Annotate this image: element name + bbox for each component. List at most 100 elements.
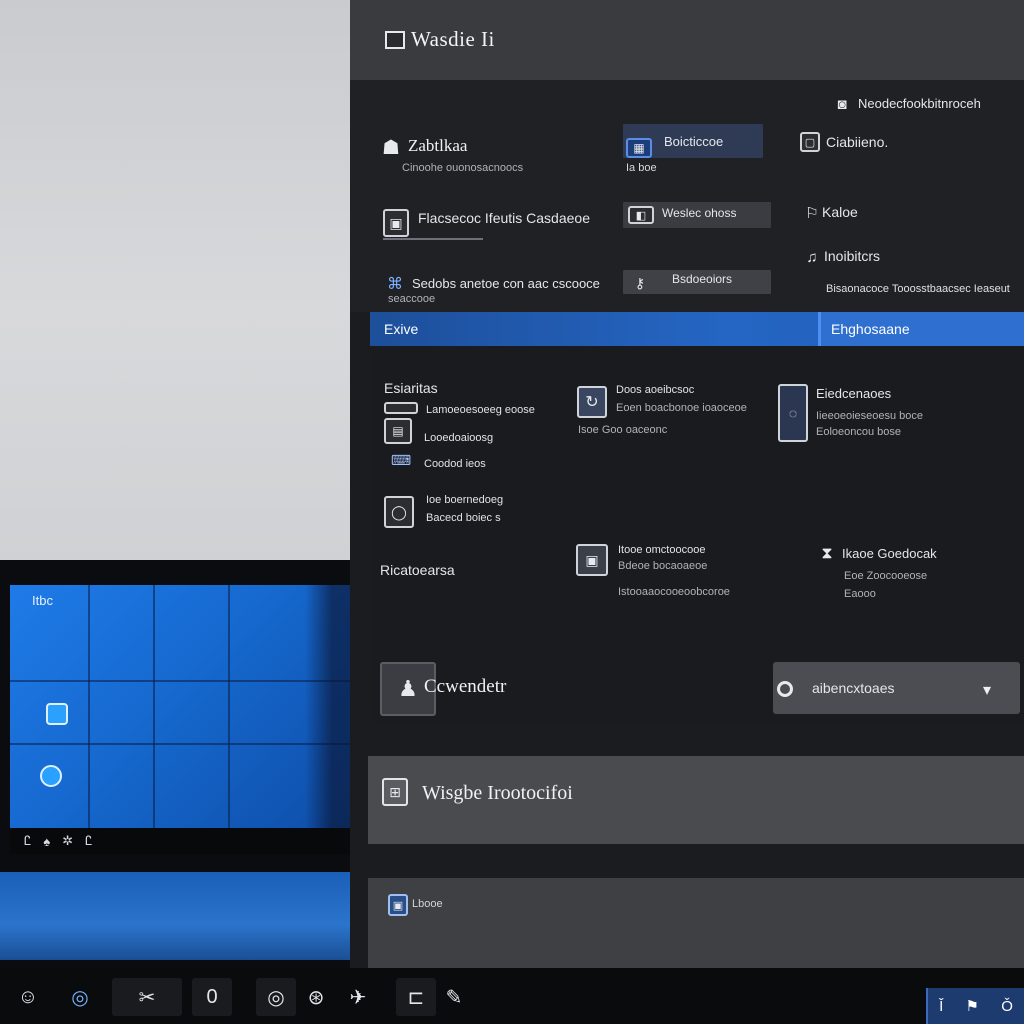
center-item-title[interactable]: Itooe omctoocooe bbox=[618, 544, 705, 556]
flag-icon: ⚐ bbox=[805, 205, 819, 222]
chat-icon: ◌ bbox=[778, 384, 808, 442]
app-icon[interactable] bbox=[40, 765, 62, 787]
home-icon: ☗ bbox=[382, 136, 400, 159]
background-wall bbox=[0, 0, 350, 560]
section-heading: Ricatoearsa bbox=[380, 562, 455, 578]
tile-divider bbox=[10, 680, 350, 682]
section-heading: Esiaritas bbox=[384, 380, 438, 396]
settings-card[interactable]: ▣ Lbooe bbox=[368, 878, 1024, 974]
refresh-icon: ↻ bbox=[577, 386, 607, 418]
item-title[interactable]: Sedobs anetoe con aac cscooce bbox=[412, 276, 600, 291]
window-icon[interactable]: ⊏ bbox=[396, 978, 436, 1016]
right-item-title[interactable]: Inoibitcrs bbox=[824, 248, 880, 264]
tray-glyph-icon[interactable]: ⚑ bbox=[966, 997, 979, 1015]
item-subtitle: seaccooe bbox=[388, 293, 436, 305]
monitor-reflection bbox=[0, 872, 350, 960]
key-icon: ⚷ bbox=[634, 274, 646, 291]
camera-icon: ◙ bbox=[837, 95, 847, 113]
storage-icon: ▣ bbox=[576, 544, 608, 576]
right-section-line: Eaooo bbox=[844, 588, 876, 600]
card-title: Lbooe bbox=[412, 898, 443, 910]
image-icon: ◧ bbox=[628, 206, 654, 224]
tools-icon[interactable]: ✂ bbox=[112, 978, 182, 1016]
app-icon bbox=[385, 31, 405, 49]
dropdown-value: aibencxtoaes bbox=[812, 680, 895, 696]
section-bar-right[interactable]: Ehghosaane bbox=[818, 312, 1024, 346]
list-item-sub: Bacecd boiec s bbox=[426, 512, 501, 524]
right-item-title[interactable]: Kaloe bbox=[822, 204, 858, 220]
zero-icon[interactable]: 0 bbox=[192, 978, 232, 1016]
title-bar: Wasdie Ii bbox=[350, 0, 1024, 80]
desktop-shadow bbox=[305, 585, 350, 830]
keyboard-icon: ⌨ bbox=[390, 451, 412, 468]
grid-icon: ▦ bbox=[626, 138, 652, 158]
tile-divider bbox=[153, 585, 155, 830]
center-item-line: Eoen boacbonoe ioaoceoe bbox=[616, 402, 747, 414]
right-section-line: Eoloeoncou bose bbox=[816, 426, 902, 438]
taskbar-glyph-icon[interactable]: Ꮭ bbox=[85, 833, 92, 849]
settings-icon[interactable]: ⊛ bbox=[296, 978, 336, 1016]
section-bar-right-label: Ehghosaane bbox=[831, 321, 910, 337]
chip-title[interactable]: Boicticcoe bbox=[664, 134, 723, 149]
desktop-taskbar: Ꮭ ♠ ✲ Ꮭ bbox=[10, 828, 350, 854]
item-subtitle: Cinoohe ouonosacnoocs bbox=[402, 162, 524, 174]
tray-glyph-icon[interactable]: Ǐ bbox=[939, 998, 943, 1015]
plane-icon[interactable]: ✈ bbox=[338, 978, 378, 1016]
chip-title[interactable]: Weslec ohoss bbox=[662, 206, 736, 220]
radio-icon bbox=[777, 681, 793, 697]
center-item-line: Isoe Goo oaceonc bbox=[578, 424, 668, 436]
user-icon[interactable]: ☺ bbox=[8, 978, 48, 1016]
section-bar-left-label: Exive bbox=[384, 321, 419, 337]
top-right-link[interactable]: Neodecfookbitnroceh bbox=[858, 96, 981, 111]
list-item[interactable]: Looedoaioosg bbox=[424, 432, 493, 444]
right-item-title[interactable]: Ciabiieno. bbox=[826, 134, 888, 150]
browser-icon[interactable]: ◎ bbox=[60, 978, 100, 1016]
right-section-line: Iieeoeoieseoesu boce bbox=[816, 410, 924, 422]
tile-divider bbox=[88, 585, 90, 830]
pen-icon[interactable]: ✎ bbox=[434, 978, 474, 1016]
control-label: Ccwendetr bbox=[424, 676, 507, 697]
document-icon: ▤ bbox=[384, 418, 412, 444]
clock-icon[interactable]: ◎ bbox=[256, 978, 296, 1016]
center-item-line: Bdeoe bocaoaeoe bbox=[618, 560, 708, 572]
taskbar-glyph-icon[interactable]: ✲ bbox=[62, 833, 73, 849]
monitor-icon: ▣ bbox=[388, 894, 408, 916]
hourglass-icon: ⧗ bbox=[821, 545, 833, 562]
desktop-label: Itbc bbox=[32, 593, 53, 608]
settings-card[interactable]: ⊞ Wisgbe Irootocifoi bbox=[368, 756, 1024, 844]
window-title: Wasdie Ii bbox=[411, 27, 495, 51]
center-item-title[interactable]: Doos aoeibcsoc bbox=[616, 384, 694, 396]
window-icon: ▢ bbox=[800, 132, 820, 152]
monitor-icon: ◯ bbox=[384, 496, 414, 528]
list-item[interactable]: Coodod ieos bbox=[424, 458, 486, 470]
top-section: ◙ Neodecfookbitnroceh ☗ Zabtlkaa Cinoohe… bbox=[350, 80, 1024, 312]
list-item[interactable]: Lamoeoesoeeg eoose bbox=[426, 404, 535, 416]
card-title: Wisgbe Irootocifoi bbox=[422, 782, 573, 804]
taskbar-glyph-icon[interactable]: ♠ bbox=[43, 834, 50, 849]
chip-subtitle: Ia boe bbox=[626, 162, 657, 174]
section-bar[interactable]: Exive Ehghosaane bbox=[370, 312, 1024, 346]
sound-icon: ♫ bbox=[806, 248, 818, 266]
tile-divider bbox=[10, 743, 350, 745]
taskbar-glyph-icon[interactable]: Ꮭ bbox=[24, 833, 31, 849]
right-section-line: Eoe Zoocooeose bbox=[844, 570, 928, 582]
app-icon[interactable] bbox=[46, 703, 68, 725]
divider bbox=[383, 238, 483, 240]
settings-window: Wasdie Ii ◙ Neodecfookbitnroceh ☗ Zabtlk… bbox=[350, 0, 1024, 975]
item-title[interactable]: Zabtlkaa bbox=[408, 136, 467, 156]
list-item[interactable]: Ioe boernedoeg bbox=[426, 494, 503, 506]
slider-icon bbox=[384, 402, 418, 414]
chip-title[interactable]: Bsdoeoiors bbox=[672, 272, 732, 286]
system-tray[interactable]: Ǐ ⚑ Ǒ bbox=[926, 988, 1024, 1024]
item-title[interactable]: Flacsecoc Ifeutis Casdaeoe bbox=[418, 210, 590, 226]
network-icon: ⌘ bbox=[387, 276, 403, 293]
document-icon: ⊞ bbox=[382, 778, 408, 806]
desktop-preview[interactable]: Itbc bbox=[10, 585, 350, 830]
right-section-title[interactable]: Ikaoe Goedocak bbox=[842, 546, 937, 561]
right-item-subtitle: Bisaonacoce Tooosstbaacsec Ieaseut bbox=[826, 283, 1010, 295]
right-section-title[interactable]: Eiedcenaoes bbox=[816, 386, 891, 401]
center-item-line: Istooaaocooeoobcoroe bbox=[618, 586, 730, 598]
tray-glyph-icon[interactable]: Ǒ bbox=[1001, 998, 1013, 1015]
tile-divider bbox=[228, 585, 230, 830]
chevron-down-icon: ▾ bbox=[983, 682, 992, 699]
